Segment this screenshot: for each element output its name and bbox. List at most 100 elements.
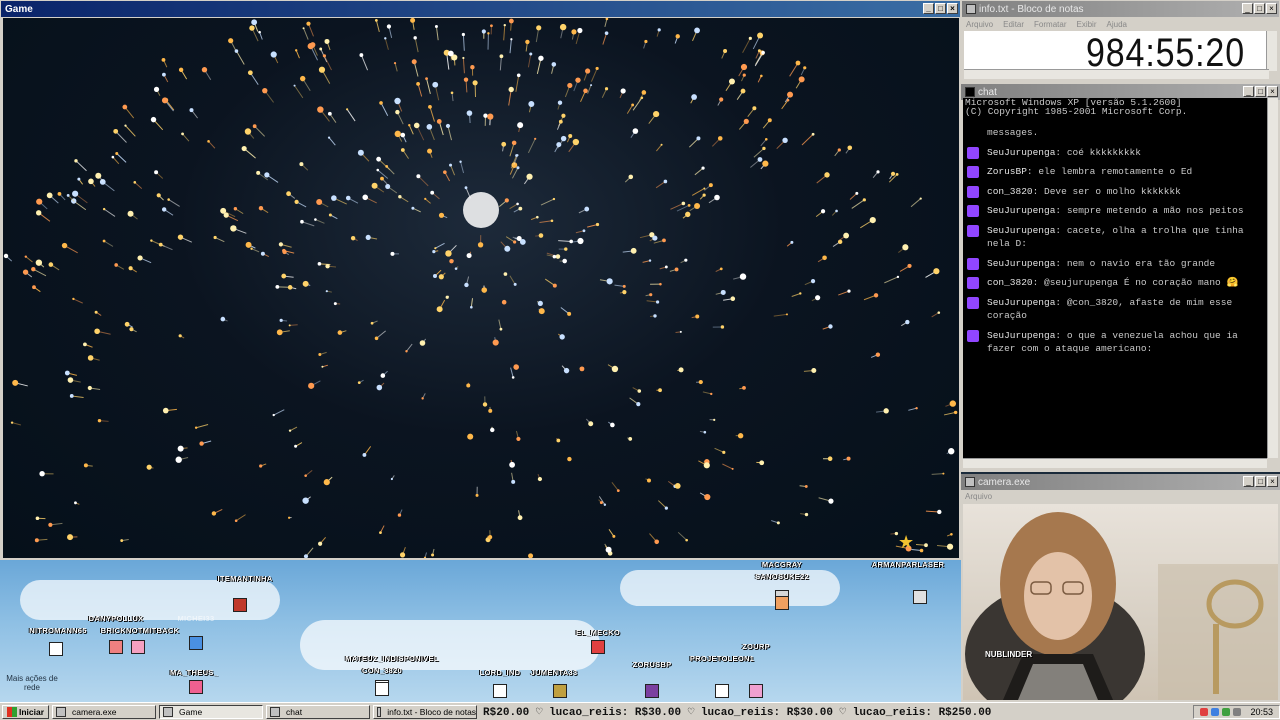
- firework-spark: [376, 168, 380, 172]
- firework-spark-trail: [676, 204, 690, 212]
- firework-spark: [632, 128, 639, 134]
- player-sprite[interactable]: [49, 642, 63, 656]
- firework-spark-trail: [125, 125, 136, 137]
- firework-spark: [428, 104, 432, 109]
- maximize-button[interactable]: □: [935, 3, 946, 14]
- firework-spark: [946, 543, 954, 550]
- firework-spark: [156, 193, 161, 198]
- game-viewport[interactable]: ★: [3, 18, 959, 558]
- notepad-vscrollbar[interactable]: [1266, 31, 1277, 71]
- firework-spark: [572, 138, 580, 146]
- close-button[interactable]: ×: [1266, 3, 1277, 14]
- firework-spark: [528, 553, 534, 558]
- firework-spark: [259, 464, 263, 468]
- windows-logo-icon: [7, 706, 17, 717]
- firework-spark: [611, 365, 619, 373]
- taskbar-task[interactable]: camera.exe: [52, 704, 157, 719]
- chat-title: chat: [978, 86, 997, 98]
- camera-titlebar[interactable]: camera.exe _ □ ×: [961, 474, 1280, 490]
- chat-hscrollbar[interactable]: [963, 458, 1267, 468]
- firework-spark: [302, 27, 305, 30]
- firework-spark: [762, 146, 766, 151]
- player-sprite[interactable]: [715, 684, 729, 698]
- start-button[interactable]: Iniciar: [2, 704, 50, 719]
- firework-spark: [538, 55, 544, 61]
- antivirus-icon[interactable]: [1200, 707, 1209, 716]
- network-icon[interactable]: [1211, 707, 1220, 716]
- firework-spark: [288, 429, 292, 432]
- minimize-button[interactable]: _: [1243, 86, 1254, 97]
- close-button[interactable]: ×: [1267, 476, 1278, 487]
- firework-spark: [35, 259, 43, 266]
- camera-menu-arquivo[interactable]: Arquivo: [961, 490, 1280, 504]
- firework-spark: [413, 122, 420, 129]
- firework-spark: [390, 477, 393, 481]
- menu-editar[interactable]: Editar: [1003, 20, 1024, 29]
- maximize-button[interactable]: □: [1255, 86, 1266, 97]
- firework-spark: [161, 207, 167, 212]
- firework-spark: [740, 88, 746, 94]
- player-sprite[interactable]: [553, 684, 567, 698]
- firework-spark: [556, 142, 562, 148]
- firework-spark-trail: [527, 138, 536, 154]
- notepad-hscrollbar[interactable]: [964, 69, 1269, 79]
- game-titlebar[interactable]: Game _ □ ×: [1, 1, 960, 17]
- firework-spark-trail: [499, 56, 502, 71]
- firework-spark-trail: [503, 25, 506, 41]
- taskbar-task[interactable]: chat: [266, 704, 371, 719]
- firework-spark: [585, 68, 591, 74]
- firework-spark-trail: [328, 137, 336, 146]
- player-sprite[interactable]: [189, 680, 203, 694]
- firework-spark: [432, 250, 436, 254]
- player-sprite[interactable]: [131, 640, 145, 654]
- player-sprite[interactable]: [189, 636, 203, 650]
- player-sprite[interactable]: [109, 640, 123, 654]
- player-sprite[interactable]: [233, 598, 247, 612]
- firework-spark: [837, 148, 841, 152]
- player-sprite[interactable]: [913, 590, 927, 604]
- task-label: info.txt - Bloco de notas: [387, 706, 477, 717]
- player-sprite[interactable]: [375, 682, 389, 696]
- menu-exibir[interactable]: Exibir: [1076, 20, 1096, 29]
- clock[interactable]: 20:53: [1250, 707, 1273, 717]
- taskbar-task[interactable]: Game: [159, 704, 264, 719]
- player-sprite[interactable]: [645, 684, 659, 698]
- firework-spark: [508, 86, 514, 93]
- close-button[interactable]: ×: [947, 3, 958, 14]
- firework-spark: [432, 81, 439, 88]
- notepad-titlebar[interactable]: info.txt - Bloco de notas _ □ ×: [962, 1, 1279, 17]
- firework-spark: [177, 445, 184, 452]
- player-name: CON_3820: [362, 666, 402, 675]
- firework-spark: [737, 433, 744, 439]
- player-sprite[interactable]: [775, 596, 789, 610]
- player-sprite[interactable]: [493, 684, 507, 698]
- notepad-text-area[interactable]: 984:55:20: [964, 31, 1269, 75]
- maximize-button[interactable]: □: [1255, 476, 1266, 487]
- menu-arquivo[interactable]: Arquivo: [966, 20, 993, 29]
- update-icon[interactable]: [1222, 707, 1231, 716]
- menu-ajuda[interactable]: Ajuda: [1107, 20, 1127, 29]
- player-sprite[interactable]: [591, 640, 605, 654]
- player-name: MICHEI33: [177, 614, 215, 623]
- player-sprite[interactable]: [749, 684, 763, 698]
- firework-spark: [167, 198, 170, 201]
- chat-console[interactable]: Microsoft Windows XP [versão 5.1.2600] (…: [963, 98, 1267, 458]
- minimize-button[interactable]: _: [923, 3, 934, 14]
- firework-spark: [562, 258, 567, 264]
- close-button[interactable]: ×: [1267, 86, 1278, 97]
- firework-spark: [87, 385, 92, 391]
- firework-spark-trail: [236, 50, 245, 65]
- firework-spark: [646, 478, 651, 483]
- window-icon: [270, 706, 281, 717]
- menu-formatar[interactable]: Formatar: [1034, 20, 1066, 29]
- player-lobby[interactable]: ITEMANTINHA MACGRAY SANOSUKE22 ARMANPARLASE…: [0, 560, 961, 702]
- volume-icon[interactable]: [1233, 707, 1242, 716]
- chat-vscrollbar[interactable]: [1267, 98, 1278, 458]
- firework-spark-trail: [450, 164, 456, 176]
- firework-spark: [374, 18, 378, 22]
- minimize-button[interactable]: _: [1242, 3, 1253, 14]
- firework-spark: [430, 190, 435, 195]
- minimize-button[interactable]: _: [1243, 476, 1254, 487]
- maximize-button[interactable]: □: [1254, 3, 1265, 14]
- taskbar-task[interactable]: info.txt - Bloco de notas: [373, 704, 478, 719]
